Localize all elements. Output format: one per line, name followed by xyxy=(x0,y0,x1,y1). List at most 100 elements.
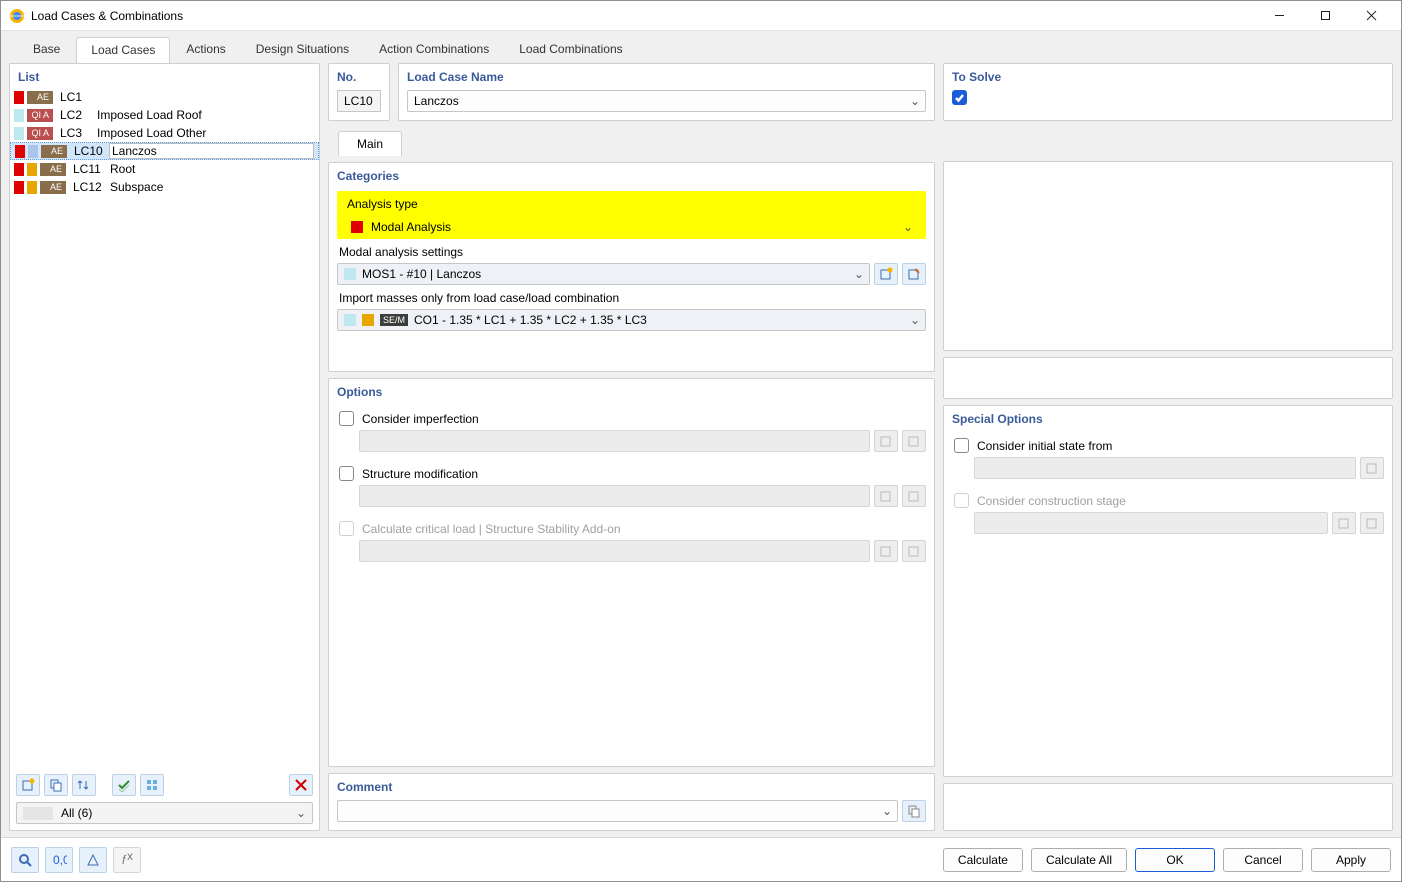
list-filter-combo[interactable]: All (6) ⌄ xyxy=(16,802,313,824)
lc-id: LC10 xyxy=(70,144,106,158)
consider-imperfection-checkbox[interactable] xyxy=(339,411,354,426)
titlebar: Load Cases & Combinations xyxy=(1,1,1401,31)
delete-button[interactable] xyxy=(289,774,313,796)
details-panel: No. LC10 Load Case Name Lanczos ⌄ To Sol… xyxy=(328,63,1393,831)
footer-bar: 0,00 fx Calculate Calculate All OK Cance… xyxy=(1,837,1401,881)
units-button[interactable]: 0,00 xyxy=(45,847,73,873)
svg-text:x: x xyxy=(127,852,133,863)
import-value: CO1 - 1.35 * LC1 + 1.35 * LC2 + 1.35 * L… xyxy=(414,313,907,327)
edit-button-disabled xyxy=(1360,512,1384,534)
list-item[interactable]: AE LC11 Root xyxy=(10,160,319,178)
structure-combo-row xyxy=(337,485,926,507)
chevron-down-icon: ⌄ xyxy=(296,806,306,820)
tab-action-combinations[interactable]: Action Combinations xyxy=(365,37,503,63)
maximize-button[interactable] xyxy=(1303,2,1347,30)
critical-combo-row xyxy=(337,540,926,562)
lc-name: Imposed Load Other xyxy=(95,126,206,140)
calculate-button[interactable]: Calculate xyxy=(943,848,1023,872)
filter-text: All (6) xyxy=(61,806,296,820)
select-all-button[interactable] xyxy=(112,774,136,796)
list-item[interactable]: QI A LC2 Imposed Load Roof xyxy=(10,106,319,124)
list-item[interactable]: QI A LC3 Imposed Load Other xyxy=(10,124,319,142)
special-options-title: Special Options xyxy=(952,410,1384,434)
tab-load-cases[interactable]: Load Cases xyxy=(76,37,170,63)
sort-button[interactable] xyxy=(72,774,96,796)
minimize-button[interactable] xyxy=(1257,2,1301,30)
panels: List AE LC1 QI A LC2 Imposed Load Roof xyxy=(9,63,1393,831)
color-swatch xyxy=(14,163,24,176)
name-label: Load Case Name xyxy=(407,68,926,90)
color-swatch xyxy=(362,314,374,326)
name-value: Lanczos xyxy=(414,94,907,108)
list-item[interactable]: AE LC1 xyxy=(10,88,319,106)
comment-combo[interactable]: ⌄ xyxy=(337,800,898,822)
close-button[interactable] xyxy=(1349,2,1393,30)
structure-modification-label: Structure modification xyxy=(362,467,478,481)
list-item[interactable]: AE LC12 Subspace xyxy=(10,178,319,196)
structure-modification-checkbox[interactable] xyxy=(339,466,354,481)
options-group: Options Consider imperfection xyxy=(328,378,935,767)
color-swatch-2 xyxy=(27,181,37,194)
lc-name: Root xyxy=(108,162,135,176)
load-cases-list[interactable]: AE LC1 QI A LC2 Imposed Load Roof QI A L… xyxy=(10,88,319,770)
deselect-button[interactable] xyxy=(140,774,164,796)
new-button-disabled xyxy=(874,540,898,562)
import-masses-combo[interactable]: SE/M CO1 - 1.35 * LC1 + 1.35 * LC2 + 1.3… xyxy=(337,309,926,331)
categories-title: Categories xyxy=(337,167,926,191)
new-settings-button[interactable] xyxy=(874,263,898,285)
tab-load-combinations[interactable]: Load Combinations xyxy=(505,37,636,63)
analysis-type-combo[interactable]: Modal Analysis ⌄ xyxy=(345,215,918,239)
category-badge: QI A xyxy=(27,109,53,122)
structure-input xyxy=(359,485,870,507)
modal-settings-combo[interactable]: MOS1 - #10 | Lanczos ⌄ xyxy=(337,263,870,285)
calculate-all-button[interactable]: Calculate All xyxy=(1031,848,1127,872)
initial-state-checkbox[interactable] xyxy=(954,438,969,453)
chevron-down-icon: ⌄ xyxy=(900,220,916,234)
edit-settings-button[interactable] xyxy=(902,263,926,285)
copy-button[interactable] xyxy=(44,774,68,796)
lc-name-input[interactable]: Lanczos xyxy=(109,143,314,159)
red-square-icon xyxy=(351,221,363,233)
category-badge: QI A xyxy=(27,127,53,140)
list-title: List xyxy=(10,64,319,88)
app-icon xyxy=(9,8,25,24)
apply-button[interactable]: Apply xyxy=(1311,848,1391,872)
category-badge: AE xyxy=(41,145,67,158)
comment-row: ⌄ xyxy=(337,800,926,822)
chevron-down-icon: ⌄ xyxy=(907,94,923,108)
initial-state-combo-row xyxy=(952,457,1384,479)
import-masses-label: Import masses only from load case/load c… xyxy=(337,285,926,309)
cancel-button[interactable]: Cancel xyxy=(1223,848,1303,872)
list-item-selected[interactable]: AE LC10 Lanczos xyxy=(10,142,319,160)
list-filter-wrap: All (6) ⌄ xyxy=(10,800,319,830)
tab-main[interactable]: Main xyxy=(338,131,402,156)
no-value: LC10 xyxy=(344,94,373,108)
option-consider-imperfection: Consider imperfection xyxy=(337,407,926,430)
function-icon-button[interactable]: fx xyxy=(113,847,141,873)
tab-actions[interactable]: Actions xyxy=(172,37,239,63)
special-options-group: Special Options Consider initial state f… xyxy=(943,405,1393,777)
edit-button-disabled xyxy=(1360,457,1384,479)
new-button[interactable] xyxy=(16,774,40,796)
lc-name: Subspace xyxy=(108,180,163,194)
to-solve-checkbox[interactable] xyxy=(952,90,967,105)
ok-button[interactable]: OK xyxy=(1135,848,1215,872)
inner-tabs: Main xyxy=(328,127,935,156)
no-input[interactable]: LC10 xyxy=(337,90,381,112)
list-toolbar xyxy=(10,770,319,800)
main-content: Main Categories Analysis type Modal Anal… xyxy=(328,127,1393,831)
lc-id: LC11 xyxy=(69,162,105,176)
options-title: Options xyxy=(337,383,926,407)
main-right-col: Special Options Consider initial state f… xyxy=(943,127,1393,831)
tab-design-situations[interactable]: Design Situations xyxy=(242,37,363,63)
tab-base[interactable]: Base xyxy=(19,37,74,63)
lc-id: LC3 xyxy=(56,126,92,140)
color-swatch xyxy=(344,314,356,326)
app-window: Load Cases & Combinations Base Load Case… xyxy=(0,0,1402,882)
comment-edit-button[interactable] xyxy=(902,800,926,822)
category-badge: AE xyxy=(40,163,66,176)
search-icon-button[interactable] xyxy=(11,847,39,873)
name-combo[interactable]: Lanczos ⌄ xyxy=(407,90,926,112)
structure-icon-button[interactable] xyxy=(79,847,107,873)
filter-swatch xyxy=(23,807,53,820)
